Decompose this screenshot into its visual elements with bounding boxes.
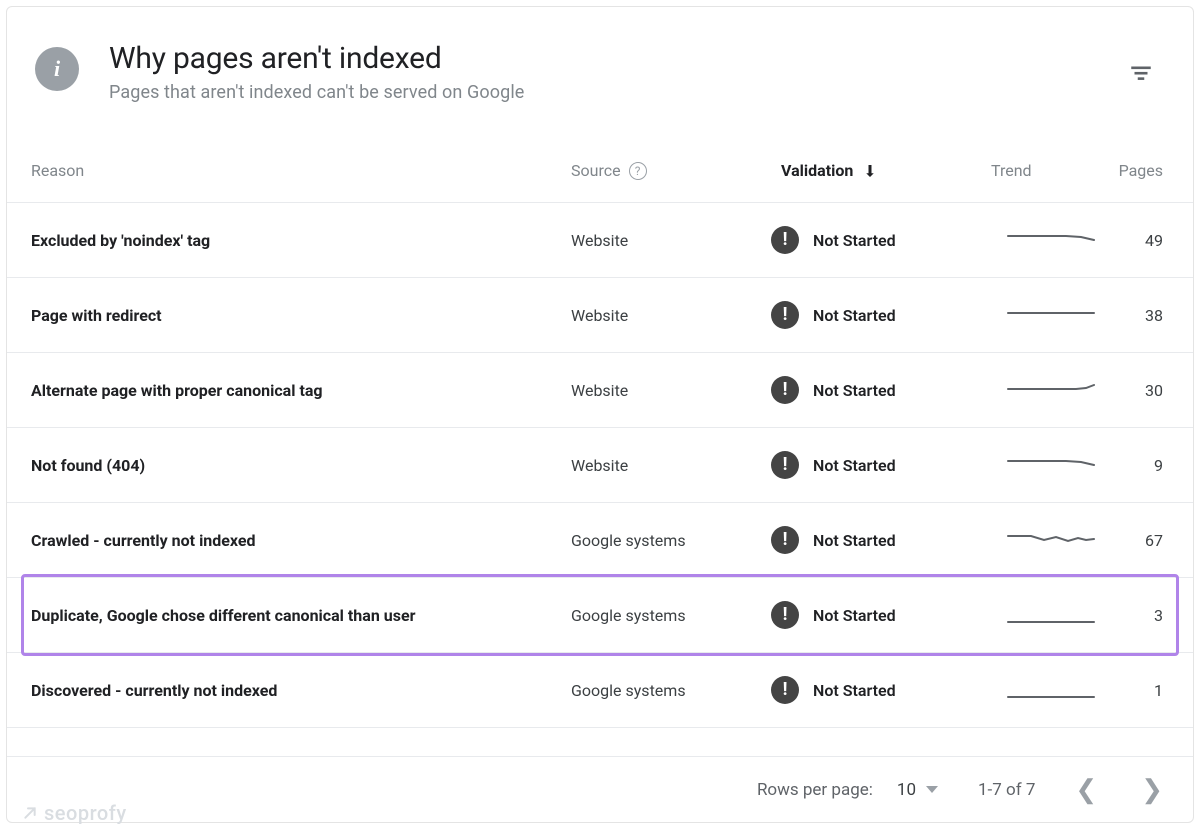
column-header-pages[interactable]: Pages [1119,161,1163,180]
help-icon[interactable]: ? [629,162,647,180]
reason-cell: Discovered - currently not indexed [31,681,571,700]
pages-cell: 49 [1145,231,1163,250]
column-label: Reason [31,161,84,180]
indexing-card: i Why pages aren't indexed Pages that ar… [6,6,1194,823]
arrow-up-right-icon [22,805,38,821]
column-header-reason[interactable]: Reason [31,161,571,180]
chevron-down-icon [926,786,938,793]
validation-cell: ! Not Started [771,451,991,479]
sparkline-icon [1006,677,1096,703]
trend-cell [991,377,1111,403]
source-cell: Website [571,306,771,325]
pages-cell: 9 [1154,456,1163,475]
rows-per-page-label: Rows per page: [757,780,873,800]
table-row[interactable]: Excluded by 'noindex' tagWebsite! Not Sta… [7,203,1193,278]
pages-cell: 67 [1145,531,1163,550]
table-row[interactable]: Not found (404)Website! Not Started 9 [7,428,1193,503]
warning-icon: ! [771,526,799,554]
info-icon: i [35,47,79,91]
source-cell: Google systems [571,531,771,550]
table-row[interactable]: Alternate page with proper canonical tag… [7,353,1193,428]
prev-page-button[interactable]: ❮ [1075,777,1097,803]
table-row[interactable]: Duplicate, Google chose different canoni… [7,578,1193,653]
column-header-trend[interactable]: Trend [991,161,1111,180]
next-page-button[interactable]: ❯ [1141,777,1163,803]
reason-cell: Excluded by 'noindex' tag [31,231,571,250]
sparkline-icon [1006,452,1096,478]
reason-cell: Alternate page with proper canonical tag [31,381,571,400]
trend-cell [991,602,1111,628]
warning-icon: ! [771,301,799,329]
trend-cell [991,452,1111,478]
filter-button[interactable] [1119,51,1163,95]
warning-icon: ! [771,601,799,629]
reason-cell: Duplicate, Google chose different canoni… [31,606,571,625]
warning-icon: ! [771,226,799,254]
reason-cell: Crawled - currently not indexed [31,531,571,550]
column-label: Pages [1119,161,1163,180]
validation-status: Not Started [813,231,896,250]
validation-status: Not Started [813,456,896,475]
pages-cell: 3 [1154,606,1163,625]
source-cell: Website [571,231,771,250]
reason-cell: Page with redirect [31,306,571,325]
watermark: seoprofy [22,801,127,825]
validation-cell: ! Not Started [771,301,991,329]
column-header-validation[interactable]: Validation [771,161,991,180]
validation-status: Not Started [813,606,896,625]
table-row[interactable]: Discovered - currently not indexedGoogle… [7,653,1193,728]
table-header-row: Reason Source ? Validation Trend Pages [7,113,1193,203]
pagination-range: 1-7 of 7 [978,780,1035,800]
sort-desc-icon [861,162,879,180]
pagination-nav: ❮ ❯ [1075,777,1163,803]
validation-status: Not Started [813,306,896,325]
validation-status: Not Started [813,381,896,400]
header-titles: Why pages aren't indexed Pages that aren… [109,41,1089,103]
watermark-text: seoprofy [44,801,127,825]
page-subtitle: Pages that aren't indexed can't be serve… [109,82,1089,103]
warning-icon: ! [771,676,799,704]
trend-cell [991,527,1111,553]
table-body: Excluded by 'noindex' tagWebsite!Not Sta… [7,203,1193,756]
rows-per-page-value: 10 [897,780,916,800]
validation-status: Not Started [813,681,896,700]
trend-cell [991,302,1111,328]
sparkline-icon [1006,527,1096,553]
column-label: Trend [991,161,1032,180]
sparkline-icon [1006,602,1096,628]
trend-cell [991,227,1111,253]
column-label: Validation [781,161,853,180]
source-cell: Google systems [571,606,771,625]
sparkline-icon [1006,302,1096,328]
rows-per-page-select[interactable]: 10 [897,780,938,800]
source-cell: Google systems [571,681,771,700]
validation-cell: ! Not Started [771,601,991,629]
sparkline-icon [1006,227,1096,253]
page-title: Why pages aren't indexed [109,41,1089,76]
pages-cell: 30 [1145,381,1163,400]
card-header: i Why pages aren't indexed Pages that ar… [7,7,1193,113]
pages-cell: 38 [1145,306,1163,325]
table-row[interactable]: Crawled - currently not indexedGoogle sy… [7,503,1193,578]
table-footer: Rows per page: 10 1-7 of 7 ❮ ❯ [7,756,1193,822]
validation-status: Not Started [813,531,896,550]
validation-cell: ! Not Started [771,526,991,554]
rows-per-page: Rows per page: 10 [757,780,938,800]
source-cell: Website [571,381,771,400]
warning-icon: ! [771,376,799,404]
source-cell: Website [571,456,771,475]
validation-cell: ! Not Started [771,226,991,254]
column-label: Source [571,161,621,180]
reason-cell: Not found (404) [31,456,571,475]
filter-icon [1128,60,1154,86]
table-row[interactable]: Page with redirectWebsite! Not Started 38 [7,278,1193,353]
warning-icon: ! [771,451,799,479]
pages-cell: 1 [1154,681,1163,700]
trend-cell [991,677,1111,703]
sparkline-icon [1006,377,1096,403]
column-header-source[interactable]: Source ? [571,161,771,180]
validation-cell: ! Not Started [771,676,991,704]
validation-cell: ! Not Started [771,376,991,404]
